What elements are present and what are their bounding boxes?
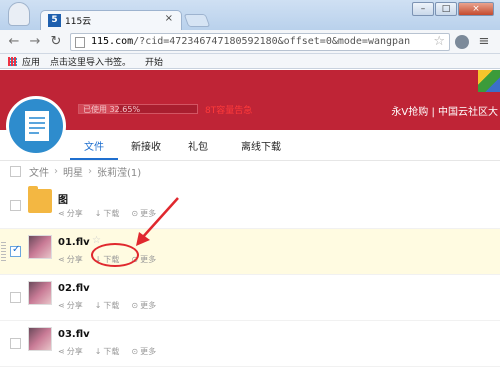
annotation-arrow-icon (136, 197, 179, 246)
window-controls: – □ × (411, 2, 494, 16)
tab-title: 115云 (65, 17, 92, 27)
reload-icon[interactable]: ↻ (48, 34, 64, 50)
menu-icon[interactable]: ≡ (476, 34, 492, 50)
bookmark-apps[interactable]: 应用 (22, 55, 40, 68)
url-host: 115.com (91, 36, 134, 47)
bookmarks-bar: 应用 点击这里导入书签。 开始 (0, 54, 500, 69)
maximize-button[interactable]: □ (435, 2, 457, 16)
url-text: 115.com/?cid=472346747180592180&offset=0… (91, 36, 410, 47)
minimize-button[interactable]: – (412, 2, 434, 16)
profile-avatar-icon[interactable] (8, 2, 30, 26)
address-bar[interactable]: 115.com/?cid=472346747180592180&offset=0… (70, 33, 450, 51)
forward-icon[interactable]: → (27, 34, 43, 50)
browser-toolbar: ← → ↻ 115.com/?cid=472346747180592180&of… (0, 30, 500, 54)
bookmark-import[interactable]: 点击这里导入书签。 (50, 55, 131, 68)
star-icon[interactable]: ☆ (433, 34, 445, 49)
url-path: /?cid=472346747180592180&offset=0&mode=w… (133, 36, 411, 47)
page-content: 已使用 32.65% 8T容量告急 永V抢购 | 中国云社区大 文件 新接收 礼… (0, 70, 500, 367)
back-icon[interactable]: ← (6, 34, 22, 50)
tab-close-icon[interactable]: × (165, 13, 173, 24)
apps-icon[interactable] (8, 57, 17, 66)
new-tab-button[interactable] (183, 14, 211, 27)
bookmark-start[interactable]: 开始 (145, 55, 163, 68)
browser-tab[interactable]: 5 115云 × (40, 10, 182, 30)
page-icon (75, 37, 85, 48)
extension-globe-icon[interactable] (455, 35, 469, 49)
browser-titlebar: 5 115云 × – □ × (0, 0, 500, 30)
tab-favicon-icon: 5 (48, 14, 61, 27)
close-window-button[interactable]: × (458, 2, 494, 16)
